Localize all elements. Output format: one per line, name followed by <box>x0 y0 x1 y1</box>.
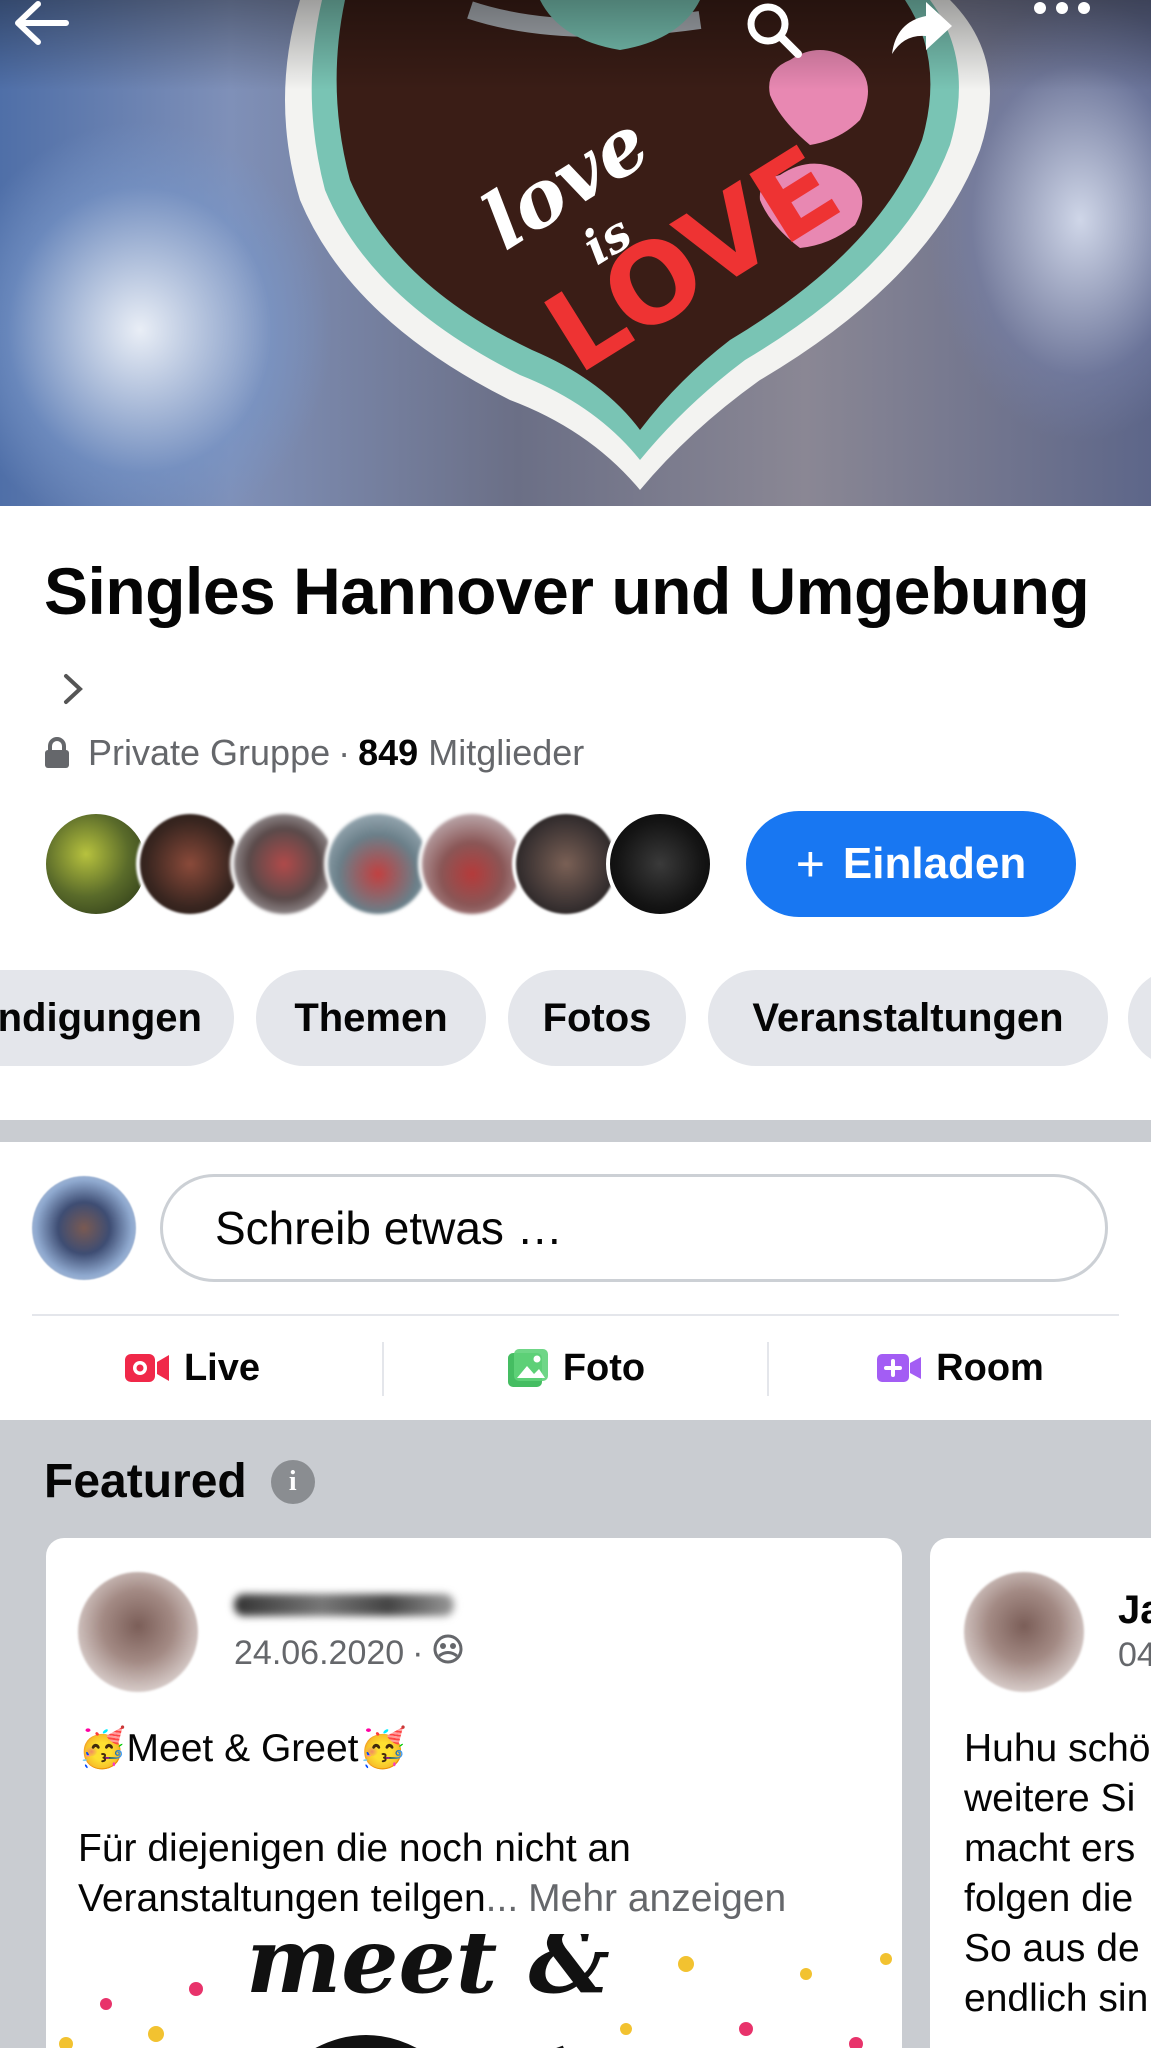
tab-label: Themen <box>294 995 448 1040</box>
post-line: weitere Si <box>964 1777 1136 1820</box>
group-members-icon <box>432 1634 464 1673</box>
section-divider <box>0 1120 1151 1142</box>
action-divider <box>767 1342 769 1396</box>
tab-label: Veranstaltungen <box>752 995 1064 1040</box>
image-caption: meet & <box>246 1934 610 2014</box>
avatar <box>324 810 432 918</box>
live-video-icon <box>124 1351 170 1385</box>
group-meta: Private Gruppe · 849 Mitglieder <box>44 730 584 776</box>
composer-divider <box>32 1314 1119 1316</box>
photo-icon <box>507 1348 549 1388</box>
see-more-link[interactable]: Mehr anzeigen <box>528 1877 786 1920</box>
featured-heading: Featured i <box>44 1454 315 1509</box>
ellipsis: ... <box>485 1877 519 1920</box>
action-divider <box>382 1342 384 1396</box>
post-image[interactable]: meet & <box>46 1934 902 2048</box>
user-avatar[interactable] <box>32 1176 136 1280</box>
tab-label: Fotos <box>542 995 652 1040</box>
live-label: Live <box>183 1346 261 1389</box>
post-line: folgen die <box>964 1877 1134 1920</box>
avatar <box>418 810 526 918</box>
group-name-text: Singles Hannover und Umgebung <box>44 554 1090 628</box>
member-count: 849 <box>358 732 419 773</box>
info-icon[interactable]: i <box>270 1459 315 1504</box>
tab-topics[interactable]: Themen <box>256 970 486 1066</box>
invite-label: Einladen <box>842 839 1027 888</box>
post-line: macht ers <box>964 1827 1136 1870</box>
post-date[interactable]: 24.06.2020 <box>234 1634 404 1673</box>
post-line: endlich sin <box>964 1977 1149 2020</box>
more-button[interactable] <box>1032 0 1132 80</box>
share-button[interactable] <box>890 0 990 80</box>
group-page: love is LOVE Singles Hannover und Umgebu… <box>0 0 1151 2048</box>
author-name[interactable]: Ja <box>1118 1588 1151 1633</box>
privacy-label: Private Gruppe <box>88 732 331 773</box>
plus-icon: + <box>795 836 825 892</box>
tab-events[interactable]: Veranstaltungen <box>708 970 1108 1066</box>
search-button[interactable] <box>744 0 844 80</box>
cover-photo[interactable]: love is LOVE <box>0 0 1151 506</box>
featured-post-card[interactable]: 24.06.2020 · 🥳Meet & Greet🥳 Für diejenig… <box>46 1538 902 2048</box>
post-meta: 24.06.2020 · <box>234 1634 464 1673</box>
avatar <box>42 810 150 918</box>
chevron-right-icon <box>62 640 84 726</box>
write-something-input[interactable]: Schreib etwas … <box>160 1174 1108 1282</box>
post-line: So aus de <box>964 1927 1140 1970</box>
featured-post-card[interactable]: Ja 04 Huhu schö weitere Si macht ers fol… <box>930 1538 1151 2048</box>
room-video-icon <box>876 1353 922 1383</box>
meta-separator: · <box>412 1634 424 1672</box>
tab-photos[interactable]: Fotos <box>508 970 686 1066</box>
tab-label: ndigungen <box>0 995 202 1040</box>
avatar[interactable] <box>964 1572 1084 1692</box>
share-arrow-icon <box>892 2 952 54</box>
back-button[interactable] <box>12 0 112 80</box>
search-icon <box>747 3 802 58</box>
post-text: 🥳Meet & Greet🥳 Für diejenigen die noch n… <box>78 1724 878 1924</box>
more-dots-icon <box>1034 2 1090 14</box>
group-name[interactable]: Singles Hannover und Umgebung <box>44 548 1104 726</box>
photo-button[interactable]: Foto <box>384 1318 768 1418</box>
tab-more[interactable] <box>1128 970 1151 1066</box>
featured-title: Featured <box>44 1455 247 1508</box>
post-line: Für diejenigen die noch nicht an <box>78 1827 631 1870</box>
member-avatars[interactable] <box>42 810 732 920</box>
lock-icon <box>44 737 70 769</box>
composer-actions: Live Foto Room <box>0 1318 1151 1418</box>
avatar <box>230 810 338 918</box>
avatar <box>136 810 244 918</box>
live-button[interactable]: Live <box>0 1318 384 1418</box>
tab-announcements[interactable]: ndigungen <box>0 970 234 1066</box>
room-button[interactable]: Room <box>768 1318 1151 1418</box>
composer-placeholder: Schreib etwas … <box>215 1202 563 1254</box>
post-line: Veranstaltungen teilgen <box>78 1877 486 1920</box>
post-line: 🥳Meet & Greet🥳 <box>78 1727 408 1770</box>
author-name-redacted[interactable] <box>234 1594 454 1616</box>
avatar <box>512 810 620 918</box>
invite-button[interactable]: + Einladen <box>746 811 1076 917</box>
room-label: Room <box>936 1346 1044 1389</box>
group-tabs: ndigungen Themen Fotos Veranstaltungen <box>0 970 1151 1068</box>
meta-separator: · <box>338 732 351 773</box>
arrow-left-icon <box>15 1 69 45</box>
avatar[interactable] <box>78 1572 198 1692</box>
post-line: Huhu schö <box>964 1727 1151 1770</box>
post-text: Huhu schö weitere Si macht ers folgen di… <box>964 1724 1151 2024</box>
photo-label: Foto <box>562 1346 646 1389</box>
meet-greet-graphic: meet & <box>59 1934 892 2048</box>
member-label: Mitglieder <box>428 732 585 773</box>
post-date[interactable]: 04 <box>1118 1636 1151 1675</box>
avatar <box>606 810 714 918</box>
